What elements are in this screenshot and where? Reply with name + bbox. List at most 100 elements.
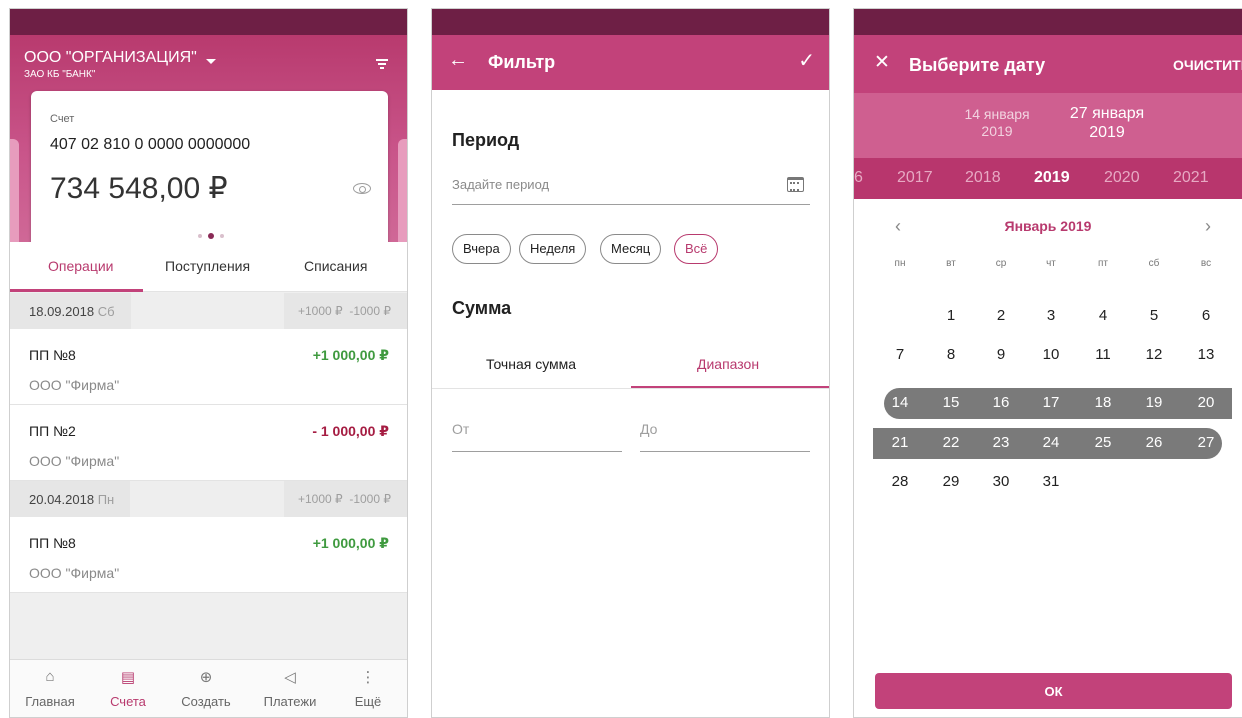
calendar-day-in-range[interactable]: 17 [1038, 394, 1064, 411]
year-item[interactable]: 6 [854, 169, 863, 187]
calendar-day-in-range[interactable]: 20 [1193, 394, 1219, 411]
clear-button[interactable]: ОЧИСТИТЬ [1173, 57, 1242, 73]
year-item[interactable]: 2018 [965, 169, 1001, 187]
tab-outgoing[interactable]: Списания [304, 258, 367, 274]
calendar-day-in-range[interactable]: 18 [1090, 394, 1116, 411]
calendar-day[interactable]: 29 [938, 473, 964, 490]
range-end[interactable]: 27 января 2019 [1059, 104, 1155, 142]
calendar-day-in-range[interactable]: 23 [988, 434, 1014, 451]
eye-icon[interactable] [353, 183, 371, 194]
calendar-day[interactable]: 8 [938, 346, 964, 363]
tab-exact-sum[interactable]: Точная сумма [486, 356, 576, 372]
calendar-day[interactable]: 2 [988, 307, 1014, 324]
year-selector: 6 2017 2018 2019 2020 2021 [854, 158, 1242, 199]
calendar-icon[interactable] [787, 177, 804, 192]
calendar-day[interactable]: 9 [988, 346, 1014, 363]
calendar-day[interactable]: 31 [1038, 473, 1064, 490]
period-field[interactable]: Задайте период [452, 169, 810, 205]
nav-accounts[interactable]: ▤ Счета [92, 660, 164, 717]
nav-label: Создать [181, 694, 231, 709]
calendar-day[interactable]: 13 [1193, 346, 1219, 363]
nav-create[interactable]: ⊕ Создать [170, 660, 242, 717]
chevron-left-icon[interactable]: ‹ [895, 216, 901, 237]
day-date: 18.09.2018 [29, 304, 95, 319]
weekday-label: вт [946, 258, 956, 269]
calendar-day-in-range[interactable]: 19 [1141, 394, 1167, 411]
close-icon[interactable]: ✕ [874, 51, 890, 74]
calendar-day-in-range[interactable]: 15 [938, 394, 964, 411]
amount-to-field[interactable]: До [640, 407, 810, 452]
calendar-day[interactable]: 30 [988, 473, 1014, 490]
weekday-label: пн [894, 258, 906, 269]
operation-title: ПП №8 [29, 347, 76, 363]
tab-range[interactable]: Диапазон [697, 356, 759, 372]
day-income-total: +1000 ₽ [297, 492, 343, 506]
calendar-day-in-range[interactable]: 26 [1141, 434, 1167, 451]
account-label: Счет [50, 113, 75, 125]
date-picker-app-bar: ✕ Выберите дату ОЧИСТИТЬ [854, 35, 1242, 93]
more-vertical-icon: ⋮ [360, 669, 376, 686]
filter-app-bar: ← Фильтр ✓ [432, 35, 829, 90]
calendar-day[interactable]: 11 [1090, 346, 1116, 363]
chip-week[interactable]: Неделя [519, 234, 587, 264]
calendar-day[interactable]: 5 [1141, 307, 1167, 324]
calendar-day[interactable]: 3 [1038, 307, 1064, 324]
sum-mode-tabs: Точная сумма Диапазон [432, 341, 829, 389]
calendar-day[interactable]: 7 [887, 346, 913, 363]
amount-from-field[interactable]: От [452, 407, 622, 452]
operation-row[interactable]: ПП №8 ООО "Фирма" +1 000,00 ₽ [10, 517, 407, 593]
range-start[interactable]: 14 января 2019 [956, 106, 1038, 140]
calendar-day-in-range[interactable]: 21 [887, 434, 913, 451]
calendar-day[interactable]: 28 [887, 473, 913, 490]
accounts-screen: ООО "ОРГАНИЗАЦИЯ" ЗАО КБ "БАНК" Счет 407… [9, 8, 408, 718]
nav-more[interactable]: ⋮ Ещё [332, 660, 404, 717]
chevron-right-icon[interactable]: › [1205, 216, 1211, 237]
nav-payments[interactable]: ◁ Платежи [254, 660, 326, 717]
nav-home[interactable]: ⌂ Главная [14, 660, 86, 717]
chevron-down-icon[interactable] [206, 59, 216, 64]
next-card-peek[interactable] [398, 139, 407, 251]
filter-icon[interactable] [376, 59, 388, 70]
calendar-day[interactable]: 10 [1038, 346, 1064, 363]
organization-selector[interactable]: ООО "ОРГАНИЗАЦИЯ" [24, 49, 197, 67]
day-weekday: Пн [97, 492, 115, 507]
chip-month[interactable]: Месяц [600, 234, 662, 264]
calendar-day-in-range[interactable]: 16 [988, 394, 1014, 411]
day-expense-total: -1000 ₽ [349, 304, 391, 318]
calendar-day-in-range[interactable]: 27 [1193, 434, 1219, 451]
operation-title: ПП №8 [29, 535, 76, 551]
range-start-day: 14 января [964, 106, 1030, 122]
tab-incoming[interactable]: Поступления [165, 258, 250, 274]
range-end-year: 2019 [1089, 124, 1125, 141]
calendar-day[interactable]: 6 [1193, 307, 1219, 324]
operations-tabs: Операции Поступления Списания [10, 242, 407, 292]
year-item-selected[interactable]: 2019 [1034, 169, 1070, 187]
tab-operations[interactable]: Операции [48, 258, 114, 274]
date-picker-screen: ✕ Выберите дату ОЧИСТИТЬ 14 января 2019 … [853, 8, 1242, 718]
arrow-left-icon[interactable]: ← [448, 49, 468, 72]
previous-card-peek[interactable] [10, 139, 19, 251]
chip-all[interactable]: Всё [674, 234, 719, 264]
amount-to-placeholder: До [640, 421, 658, 437]
active-tab-indicator [631, 386, 829, 388]
operation-amount: +1 000,00 ₽ [312, 347, 389, 363]
operation-counterparty: ООО "Фирма" [29, 377, 120, 393]
calendar-day-in-range[interactable]: 24 [1038, 434, 1064, 451]
calendar-day-in-range[interactable]: 25 [1090, 434, 1116, 451]
nav-label: Платежи [263, 694, 317, 709]
year-item[interactable]: 2021 [1173, 169, 1209, 187]
chip-yesterday[interactable]: Вчера [452, 234, 511, 264]
year-item[interactable]: 2017 [897, 169, 933, 187]
calendar-day[interactable]: 4 [1090, 307, 1116, 324]
ok-button[interactable]: ОК [875, 673, 1232, 709]
year-item[interactable]: 2020 [1104, 169, 1140, 187]
calendar-day-in-range[interactable]: 14 [887, 394, 913, 411]
status-bar [854, 9, 1242, 35]
calendar-day[interactable]: 1 [938, 307, 964, 324]
calendar-day[interactable]: 12 [1141, 346, 1167, 363]
check-icon[interactable]: ✓ [798, 48, 815, 73]
calendar-day-in-range[interactable]: 22 [938, 434, 964, 451]
operation-row[interactable]: ПП №8 ООО "Фирма" +1 000,00 ₽ [10, 329, 407, 405]
operation-row[interactable]: ПП №2 ООО "Фирма" - 1 000,00 ₽ [10, 405, 407, 481]
account-card[interactable]: Счет 407 02 810 0 0000 0000000 734 548,0… [31, 91, 388, 256]
